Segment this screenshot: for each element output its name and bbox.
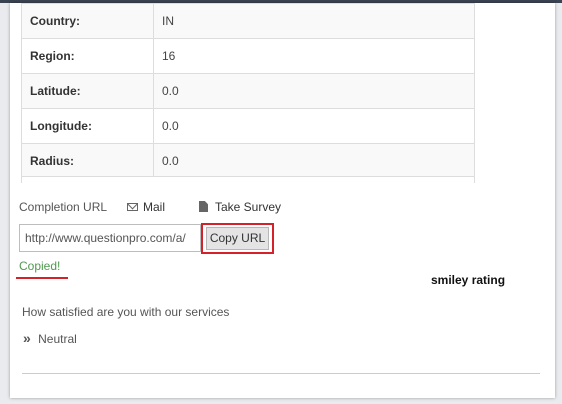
longitude-value: 0.0 — [153, 108, 475, 144]
smiley-rating-annotation: smiley rating — [431, 273, 506, 287]
divider — [22, 373, 540, 374]
country-label: Country: — [21, 3, 154, 39]
table-row: Longitude: 0.0 — [21, 108, 475, 144]
region-label: Region: — [21, 38, 154, 74]
latitude-value: 0.0 — [153, 73, 475, 109]
longitude-label: Longitude: — [21, 108, 154, 144]
latitude-label: Latitude: — [21, 73, 154, 109]
take-survey-link[interactable]: Take Survey — [199, 200, 299, 214]
response-details-panel: Country: IN Region: 16 Latitude: 0.0 Lon… — [10, 3, 555, 398]
completion-url-label: Completion URL — [19, 200, 108, 214]
table-row: Region: 16 — [21, 38, 475, 74]
file-icon — [199, 201, 208, 212]
table-row: Latitude: 0.0 — [21, 73, 475, 109]
answer-row: » Neutral — [23, 330, 77, 346]
copy-url-highlight: Copy URL — [201, 223, 274, 254]
question-text: How satisfied are you with our services — [22, 305, 230, 319]
mail-label: Mail — [143, 200, 166, 214]
info-table: Country: IN Region: 16 Latitude: 0.0 Lon… — [21, 3, 475, 179]
table-row: Country: IN — [21, 3, 475, 39]
table-row: Radius: 0.0 — [21, 143, 475, 179]
completion-url-field[interactable]: http://www.questionpro.com/a/ — [19, 224, 201, 252]
radius-label: Radius: — [21, 143, 154, 179]
region-value: 16 — [153, 38, 475, 74]
copied-status: Copied! — [19, 259, 61, 273]
mail-link[interactable]: Mail — [127, 200, 187, 214]
radius-value: 0.0 — [153, 143, 475, 179]
copy-url-button[interactable]: Copy URL — [206, 227, 269, 250]
table-row-partial — [21, 176, 475, 183]
answer-text: Neutral — [38, 332, 77, 346]
copied-underline — [16, 277, 68, 279]
take-survey-label: Take Survey — [215, 200, 282, 214]
country-value: IN — [153, 3, 475, 39]
envelope-icon — [127, 203, 138, 211]
double-chevron-right-icon: » — [23, 330, 31, 346]
